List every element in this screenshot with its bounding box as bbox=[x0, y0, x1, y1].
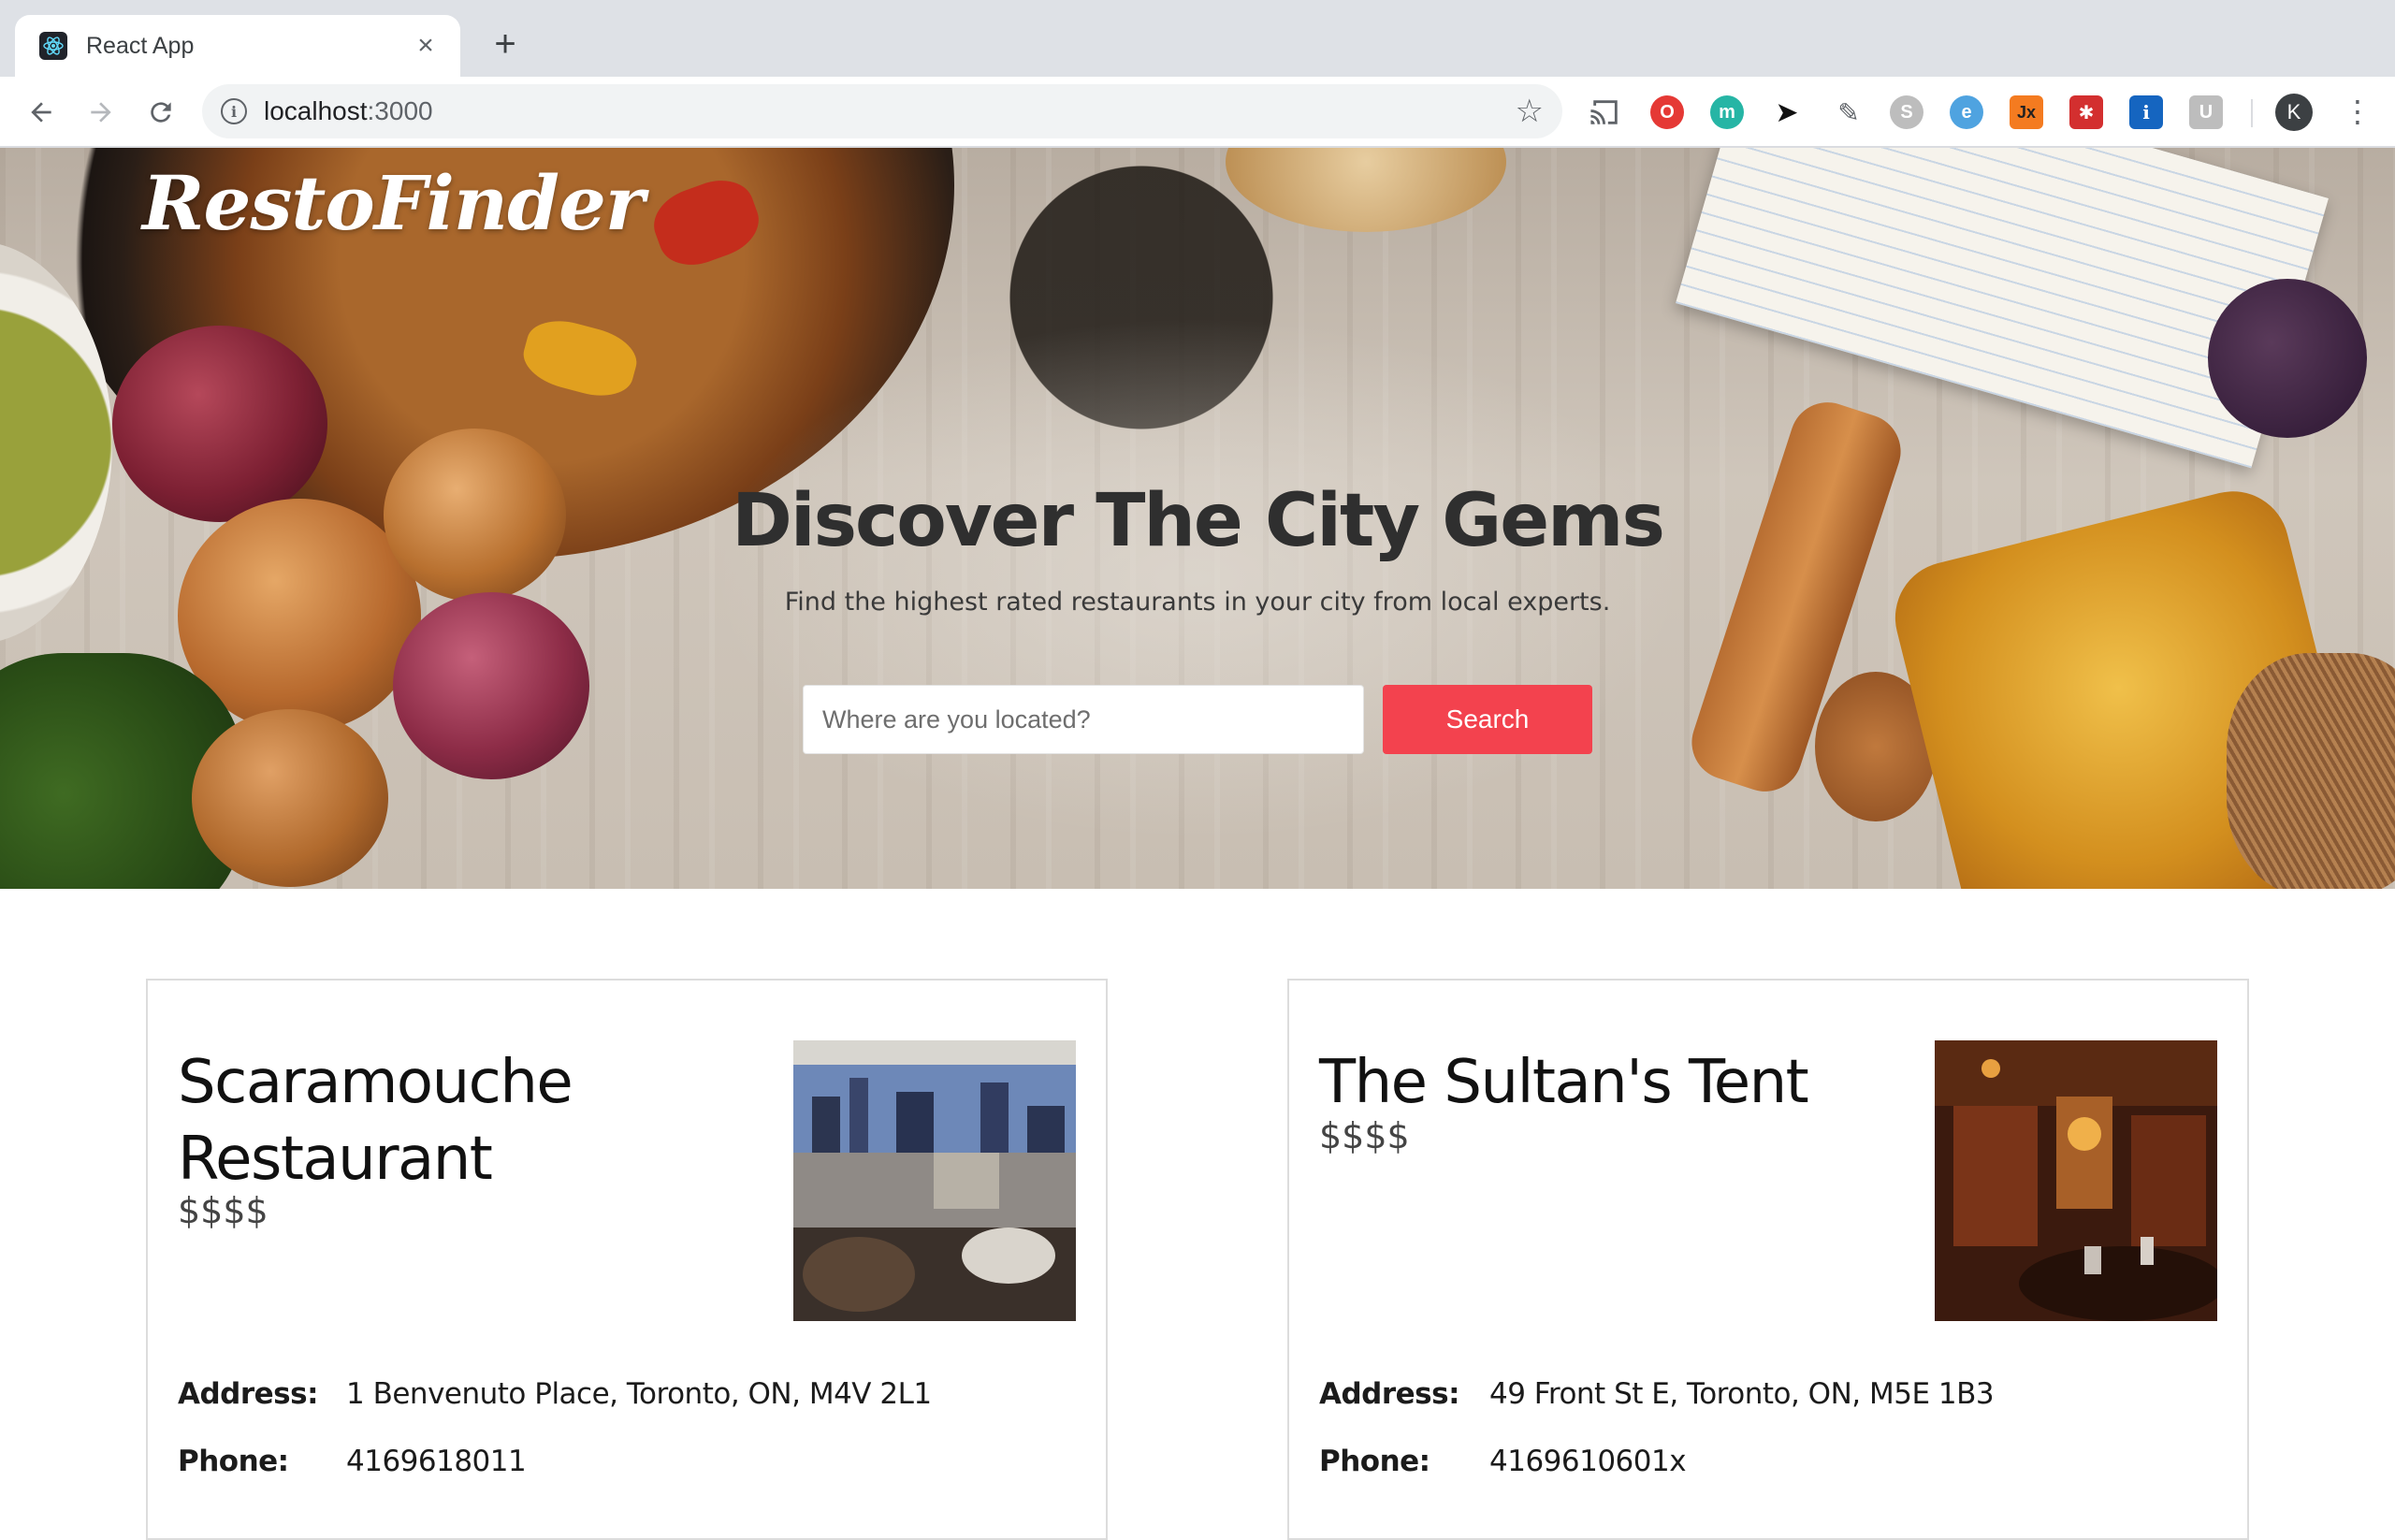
price-level: $$$$ bbox=[178, 1190, 269, 1231]
decorative-onion bbox=[393, 592, 589, 779]
browser-tab-strip: React App × + bbox=[0, 0, 2395, 77]
restaurant-card: The Sultan's Tent $$$$ Address: 49 Front… bbox=[1287, 979, 2249, 1540]
phone-row: Phone: 4169610601x bbox=[1319, 1445, 2217, 1478]
skype-icon[interactable]: S bbox=[1890, 95, 1923, 129]
restaurant-photo bbox=[793, 1040, 1076, 1321]
bug-icon[interactable]: ✱ bbox=[2069, 95, 2103, 129]
reload-button[interactable] bbox=[140, 92, 181, 133]
cast-icon[interactable] bbox=[1589, 95, 1622, 129]
address-row: Address: 1 Benvenuto Place, Toronto, ON,… bbox=[178, 1377, 1076, 1411]
close-tab-icon[interactable]: × bbox=[410, 30, 442, 62]
address-value: 1 Benvenuto Place, Toronto, ON, M4V 2L1 bbox=[346, 1377, 932, 1411]
address-bar[interactable]: i localhost:3000 ☆ bbox=[202, 84, 1562, 138]
phone-value[interactable]: 4169618011 bbox=[346, 1445, 527, 1478]
decorative-straw bbox=[2227, 653, 2395, 889]
u-icon[interactable]: U bbox=[2189, 95, 2223, 129]
address-value: 49 Front St E, Toronto, ON, M5E 1B3 bbox=[1489, 1377, 1995, 1411]
info-extension-icon[interactable]: i bbox=[2129, 95, 2163, 129]
restaurant-name: The Sultan's Tent bbox=[1319, 1048, 1809, 1117]
price-level: $$$$ bbox=[1319, 1115, 1410, 1156]
phone-row: Phone: 4169618011 bbox=[178, 1445, 1076, 1478]
forward-button[interactable] bbox=[80, 92, 122, 133]
eyedropper-icon[interactable]: ✎ bbox=[1832, 95, 1865, 129]
link-icon[interactable]: e bbox=[1950, 95, 1983, 129]
restaurant-photo bbox=[1935, 1040, 2217, 1321]
jx-icon[interactable]: Jx bbox=[2010, 95, 2043, 129]
bird-icon[interactable]: ➤ bbox=[1770, 95, 1804, 129]
hero-title: Discover The City Gems bbox=[732, 479, 1665, 563]
decorative-onion bbox=[192, 709, 388, 887]
menu-kebab-icon[interactable]: ⋮ bbox=[2339, 94, 2376, 131]
address-label: Address: bbox=[178, 1377, 319, 1411]
teal-circle-icon[interactable]: m bbox=[1710, 95, 1744, 129]
search-button[interactable]: Search bbox=[1383, 685, 1592, 754]
location-search-input[interactable] bbox=[803, 685, 1364, 754]
address-row: Address: 49 Front St E, Toronto, ON, M5E… bbox=[1319, 1377, 2217, 1411]
hero-overlay bbox=[711, 316, 1684, 840]
arrow-right-icon bbox=[91, 102, 111, 123]
react-icon bbox=[39, 32, 67, 60]
hero-subtitle: Find the highest rated restaurants in yo… bbox=[784, 588, 1611, 617]
opera-adblock-icon[interactable]: O bbox=[1650, 95, 1684, 129]
back-button[interactable] bbox=[21, 92, 62, 133]
restaurant-card: Scaramouche Restaurant $$$$ Address: 1 B… bbox=[146, 979, 1108, 1540]
phone-value[interactable]: 4169610601x bbox=[1489, 1445, 1687, 1478]
toolbar-divider bbox=[2251, 99, 2253, 127]
reload-icon bbox=[151, 102, 171, 123]
phone-label: Phone: bbox=[1319, 1445, 1430, 1478]
tab-title: React App bbox=[86, 32, 195, 59]
browser-toolbar: i localhost:3000 ☆ O m ➤ ✎ S e Jx ✱ i U … bbox=[0, 77, 2395, 148]
browser-tab[interactable]: React App × bbox=[15, 15, 460, 77]
restaurant-name: Scaramouche Restaurant bbox=[178, 1048, 573, 1194]
decorative-eggplant bbox=[2208, 279, 2367, 438]
address-label: Address: bbox=[1319, 1377, 1460, 1411]
profile-avatar[interactable]: K bbox=[2275, 94, 2313, 131]
decorative-pastry bbox=[1226, 148, 1506, 232]
star-icon[interactable]: ☆ bbox=[1516, 93, 1544, 130]
site-logo[interactable]: RestoFinder bbox=[142, 159, 645, 247]
info-icon[interactable]: i bbox=[221, 98, 247, 124]
arrow-left-icon bbox=[31, 102, 51, 123]
new-tab-button[interactable]: + bbox=[486, 25, 524, 64]
phone-label: Phone: bbox=[178, 1445, 289, 1478]
url-text: localhost:3000 bbox=[264, 96, 433, 125]
